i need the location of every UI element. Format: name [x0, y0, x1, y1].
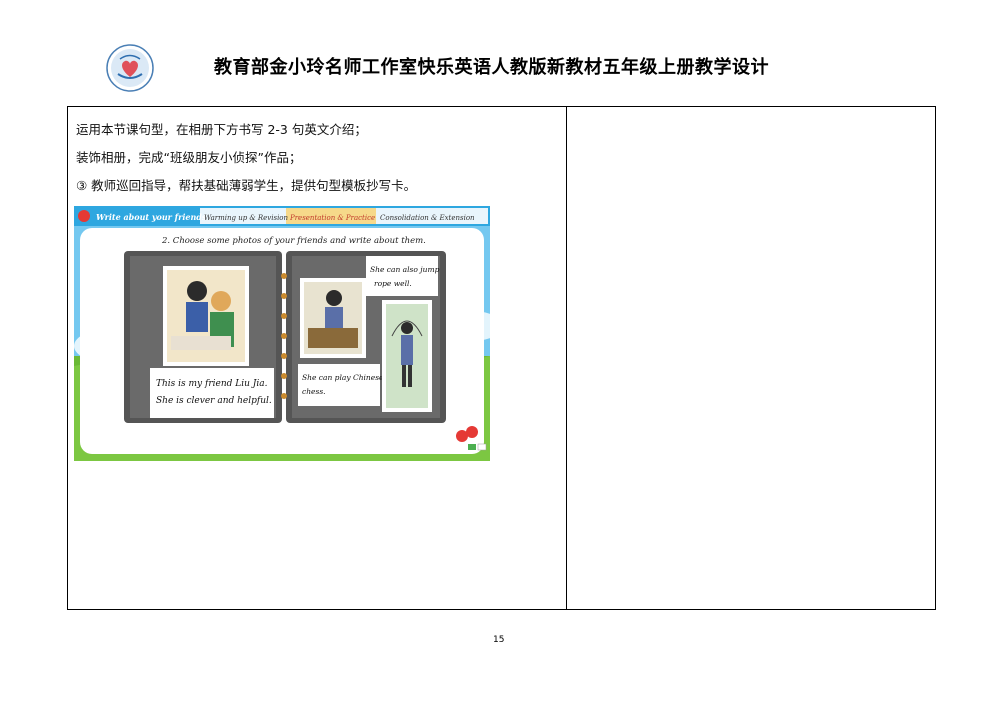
caption-right-line-1: She can also jump — [370, 265, 440, 274]
lesson-table: 运用本节课句型，在相册下方书写 2-3 句英文介绍； 装饰相册，完成“班级朋友小… — [67, 106, 936, 610]
page-title: 教育部金小玲名师工作室快乐英语人教版新教材五年级上册教学设计 — [214, 57, 769, 78]
step-text-1: 运用本节课句型，在相册下方书写 2-3 句英文介绍； — [76, 122, 367, 137]
slide-instruction: 2. Choose some photos of your friends an… — [161, 236, 426, 246]
slide-tab-3: Consolidation & Extension — [380, 214, 475, 222]
slide-tab-1: Warming up & Revision — [204, 214, 289, 222]
slide-tab-2: Presentation & Practice — [289, 214, 375, 222]
lesson-slide-image: Write about your friends Warming up & Re… — [74, 206, 490, 461]
caption-left-line-2: She is clever and helpful. — [156, 396, 272, 406]
caption-middle-line-1: She can play Chinese — [302, 373, 384, 382]
caption-middle-line-2: chess. — [302, 387, 326, 396]
studio-logo — [106, 44, 154, 92]
slide-banner-title: Write about your friends — [96, 212, 207, 222]
page-number: 15 — [493, 635, 505, 645]
caption-right-line-2: rope well. — [374, 279, 412, 288]
step-text-3: ③ 教师巡回指导，帮扶基础薄弱学生，提供句型模板抄写卡。 — [76, 178, 417, 193]
column-divider — [566, 107, 567, 609]
slide-illustration: Write about your friends Warming up & Re… — [74, 206, 490, 461]
step-text-2: 装饰相册，完成“班级朋友小侦探”作品； — [76, 150, 302, 165]
caption-left-line-1: This is my friend Liu Jia. — [156, 379, 268, 389]
